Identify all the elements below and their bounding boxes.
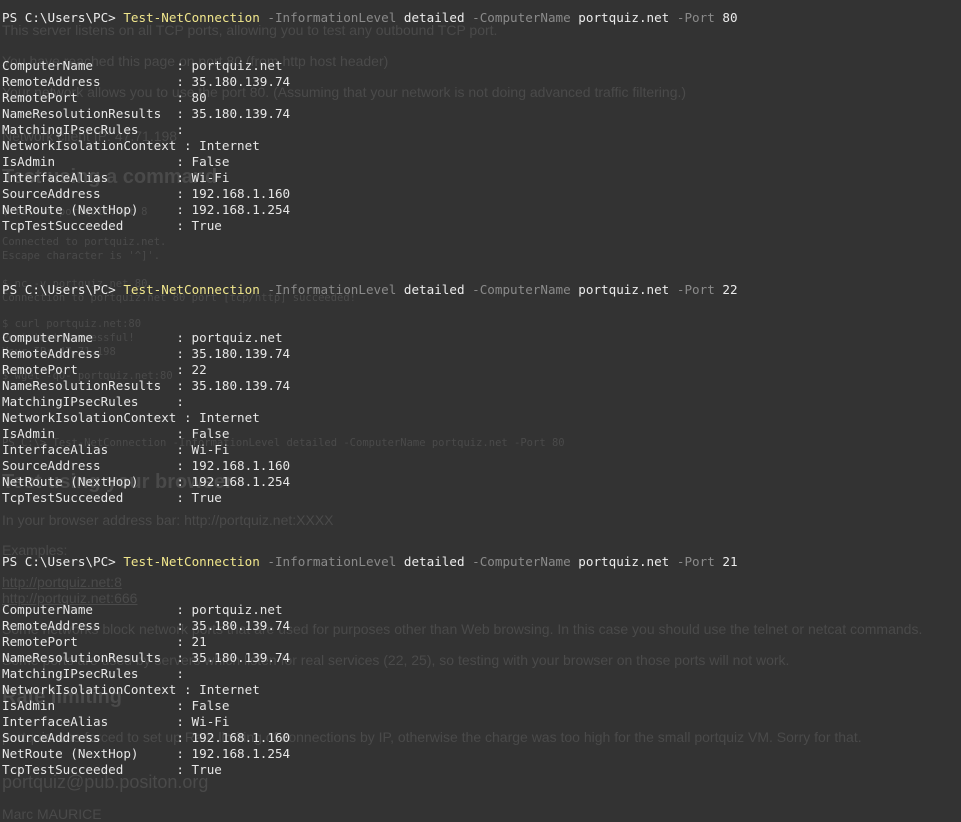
- output-line: IsAdmin : False: [2, 154, 230, 169]
- output-line: NameResolutionResults : 35.180.139.74: [2, 106, 291, 121]
- argument: detailed: [403, 10, 465, 25]
- parameter: -ComputerName: [464, 10, 579, 25]
- ghost-author: Marc MAURICE: [2, 806, 102, 822]
- output-line: NameResolutionResults : 35.180.139.74: [2, 650, 291, 665]
- output-line: MatchingIPsecRules :: [2, 394, 184, 409]
- output-line: MatchingIPsecRules :: [2, 122, 184, 137]
- argument: portquiz.net: [578, 10, 670, 25]
- prompt: PS C:\Users\PC>: [2, 282, 124, 297]
- parameter: -ComputerName: [464, 282, 579, 297]
- output-line: RemoteAddress : 35.180.139.74: [2, 346, 291, 361]
- output-line: TcpTestSucceeded : True: [2, 490, 222, 505]
- output-line: ComputerName : portquiz.net: [2, 602, 283, 617]
- output-line: RemoteAddress : 35.180.139.74: [2, 618, 291, 633]
- output-line: InterfaceAlias : Wi-Fi: [2, 714, 230, 729]
- cmdlet: Test-NetConnection: [123, 282, 260, 297]
- argument: 22: [722, 282, 738, 297]
- output-line: InterfaceAlias : Wi-Fi: [2, 170, 230, 185]
- output-line: NetRoute (NextHop) : 192.168.1.254: [2, 746, 291, 761]
- argument: 80: [722, 10, 738, 25]
- output-line: RemotePort : 22: [2, 362, 207, 377]
- parameter: -Port: [669, 554, 723, 569]
- command-block-port-80: PS C:\Users\PC> Test-NetConnection -Info…: [2, 10, 738, 234]
- output-line: IsAdmin : False: [2, 698, 230, 713]
- output-line: TcpTestSucceeded : True: [2, 218, 222, 233]
- command-block-port-22: PS C:\Users\PC> Test-NetConnection -Info…: [2, 282, 738, 506]
- output-line: RemoteAddress : 35.180.139.74: [2, 74, 291, 89]
- command-line[interactable]: PS C:\Users\PC> Test-NetConnection -Info…: [2, 282, 738, 298]
- argument: portquiz.net: [578, 282, 670, 297]
- output-line: IsAdmin : False: [2, 426, 230, 441]
- parameter: -InformationLevel: [259, 10, 404, 25]
- output-line: SourceAddress : 192.168.1.160: [2, 186, 291, 201]
- argument: detailed: [403, 282, 465, 297]
- output-line: SourceAddress : 192.168.1.160: [2, 458, 291, 473]
- output-line: SourceAddress : 192.168.1.160: [2, 730, 291, 745]
- prompt: PS C:\Users\PC>: [2, 10, 124, 25]
- parameter: -Port: [669, 282, 723, 297]
- parameter: -Port: [669, 10, 723, 25]
- output-line: NameResolutionResults : 35.180.139.74: [2, 378, 291, 393]
- ghost-code: Escape character is '^]'.: [2, 250, 161, 262]
- output-line: RemotePort : 21: [2, 634, 207, 649]
- output-line: TcpTestSucceeded : True: [2, 762, 222, 777]
- output-line: NetRoute (NextHop) : 192.168.1.254: [2, 474, 291, 489]
- argument: detailed: [403, 554, 465, 569]
- prompt: PS C:\Users\PC>: [2, 554, 124, 569]
- output-line: ComputerName : portquiz.net: [2, 58, 283, 73]
- command-line[interactable]: PS C:\Users\PC> Test-NetConnection -Info…: [2, 554, 738, 570]
- ghost-text: In your browser address bar: http://port…: [2, 512, 334, 528]
- command-line[interactable]: PS C:\Users\PC> Test-NetConnection -Info…: [2, 10, 738, 26]
- cmdlet: Test-NetConnection: [123, 554, 260, 569]
- command-block-port-21: PS C:\Users\PC> Test-NetConnection -Info…: [2, 554, 738, 778]
- ghost-code: Connected to portquiz.net.: [2, 236, 167, 248]
- output-line: RemotePort : 80: [2, 90, 207, 105]
- cmdlet: Test-NetConnection: [123, 10, 260, 25]
- output-line: NetRoute (NextHop) : 192.168.1.254: [2, 202, 291, 217]
- output-line: MatchingIPsecRules :: [2, 666, 184, 681]
- output-line: InterfaceAlias : Wi-Fi: [2, 442, 230, 457]
- output-line: ComputerName : portquiz.net: [2, 330, 283, 345]
- output-line: NetworkIsolationContext : Internet: [2, 682, 260, 697]
- argument: portquiz.net: [578, 554, 670, 569]
- output-line: NetworkIsolationContext : Internet: [2, 410, 260, 425]
- parameter: -ComputerName: [464, 554, 579, 569]
- parameter: -InformationLevel: [259, 554, 404, 569]
- parameter: -InformationLevel: [259, 282, 404, 297]
- output-line: NetworkIsolationContext : Internet: [2, 138, 260, 153]
- argument: 21: [722, 554, 738, 569]
